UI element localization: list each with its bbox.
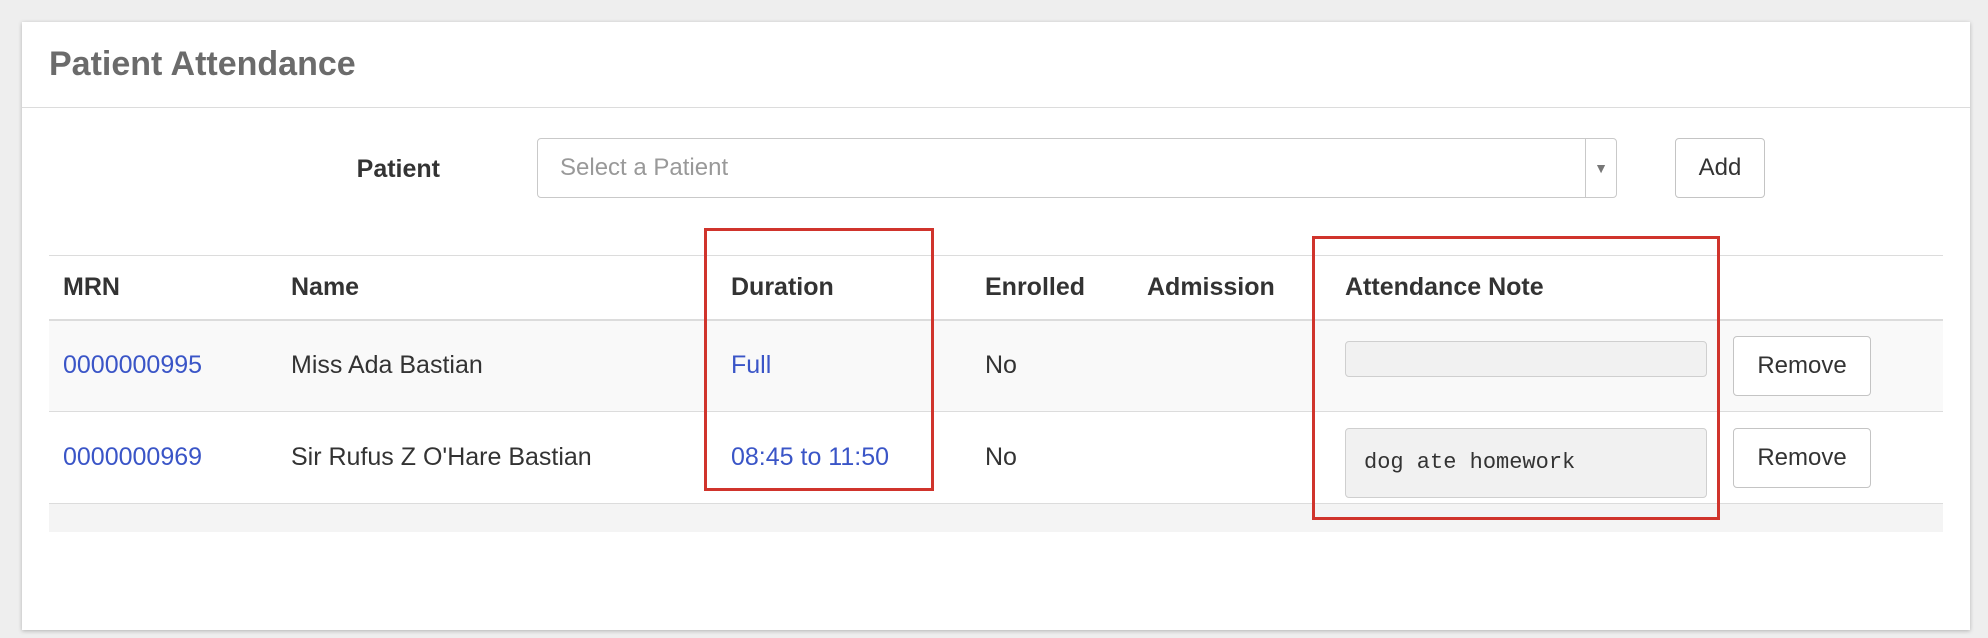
mrn-cell: 0000000995	[49, 319, 277, 412]
note-cell	[1331, 319, 1719, 412]
patient-label: Patient	[356, 154, 440, 183]
enrolled-cell: No	[971, 411, 1133, 504]
actions-cell: Remove	[1719, 319, 1943, 412]
duration-link[interactable]: Full	[731, 351, 771, 379]
attendance-panel: Patient Attendance Patient Select a Pati…	[22, 22, 1970, 630]
column-header-attendance-note: Attendance Note	[1331, 255, 1719, 321]
enrolled-cell: No	[971, 319, 1133, 412]
patient-select-placeholder: Select a Patient	[560, 154, 729, 181]
patient-select[interactable]: Select a Patient ▼	[537, 138, 1617, 198]
attendance-table-wrap: MRN Name Duration Enrolled Admission Att…	[49, 255, 1943, 532]
table-header-row: MRN Name Duration Enrolled Admission Att…	[49, 255, 1943, 321]
column-header-duration: Duration	[717, 255, 971, 321]
mrn-cell: 0000000969	[49, 411, 277, 504]
attendance-note-input[interactable]	[1345, 427, 1707, 498]
duration-cell: 08:45 to 11:50	[717, 411, 971, 504]
add-patient-button[interactable]: Add	[1675, 138, 1765, 198]
duration-cell: Full	[717, 319, 971, 412]
page-title: Patient Attendance	[49, 45, 356, 83]
admission-cell	[1133, 411, 1331, 504]
column-header-name: Name	[277, 255, 717, 321]
column-header-admission: Admission	[1133, 255, 1331, 321]
remove-button[interactable]: Remove	[1733, 427, 1871, 488]
column-header-actions	[1719, 255, 1943, 321]
column-header-mrn: MRN	[49, 255, 277, 321]
remove-button[interactable]: Remove	[1733, 335, 1871, 396]
table-row: 0000000969 Sir Rufus Z O'Hare Bastian 08…	[49, 411, 1943, 504]
attendance-table: MRN Name Duration Enrolled Admission Att…	[49, 255, 1943, 504]
mrn-link[interactable]: 0000000969	[63, 443, 202, 471]
note-cell	[1331, 411, 1719, 504]
caret-down-icon[interactable]: ▼	[1585, 139, 1616, 197]
actions-cell: Remove	[1719, 411, 1943, 504]
name-cell: Miss Ada Bastian	[277, 319, 717, 412]
mrn-link[interactable]: 0000000995	[63, 351, 202, 379]
column-header-enrolled: Enrolled	[971, 255, 1133, 321]
duration-link[interactable]: 08:45 to 11:50	[731, 443, 889, 471]
table-row: 0000000995 Miss Ada Bastian Full No Remo…	[49, 319, 1943, 412]
admission-cell	[1133, 319, 1331, 412]
panel-heading: Patient Attendance	[22, 22, 1970, 108]
name-cell: Sir Rufus Z O'Hare Bastian	[277, 411, 717, 504]
patient-form-row: Patient Select a Patient ▼ Add	[22, 138, 1970, 200]
attendance-note-input[interactable]	[1345, 340, 1707, 377]
table-footer-band	[49, 504, 1943, 532]
